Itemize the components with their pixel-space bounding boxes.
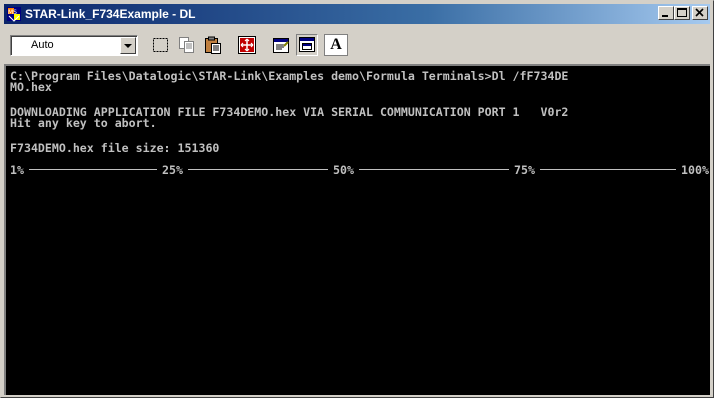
mark-icon xyxy=(153,38,168,52)
progress-scale-line xyxy=(10,169,710,170)
fullscreen-button[interactable] xyxy=(236,34,258,56)
console-output[interactable]: C:\Program Files\Datalogic\STAR-Link\Exa… xyxy=(4,64,710,395)
progress-label-75: 75% xyxy=(509,164,540,176)
console-line: Hit any key to abort. xyxy=(10,116,157,130)
console-line: C:\Program Files\Datalogic\STAR-Link\Exa… xyxy=(10,69,569,83)
copy-icon xyxy=(179,37,194,53)
font-size-select-value: Auto xyxy=(31,38,54,51)
toolbar: Auto A xyxy=(4,27,710,63)
close-icon xyxy=(695,8,704,17)
background-button[interactable] xyxy=(296,34,318,56)
background-icon xyxy=(299,37,315,52)
window-title: STAR-Link_F734Example - DL xyxy=(25,7,196,21)
title-bar[interactable]: MS STAR-Link_F734Example - DL xyxy=(4,4,710,24)
properties-icon xyxy=(273,38,289,53)
copy-button[interactable] xyxy=(176,34,198,56)
console-window: MS STAR-Link_F734Example - DL Auto A C:\… xyxy=(0,0,714,398)
paste-button[interactable] xyxy=(202,34,224,56)
properties-button[interactable] xyxy=(270,34,292,56)
chevron-down-icon[interactable] xyxy=(120,36,136,54)
fullscreen-icon xyxy=(238,36,256,54)
font-button[interactable]: A xyxy=(324,34,348,56)
progress-label-100: 100% xyxy=(676,164,710,176)
close-button[interactable] xyxy=(692,6,708,20)
console-line: MO.hex xyxy=(10,80,52,94)
paste-icon xyxy=(205,36,221,54)
font-size-select[interactable]: Auto xyxy=(10,34,138,56)
svg-text:MS: MS xyxy=(8,9,17,16)
maximize-icon xyxy=(677,8,687,17)
progress-label-25: 25% xyxy=(157,164,188,176)
ms-dos-app-icon[interactable]: MS xyxy=(6,6,22,22)
mark-button[interactable] xyxy=(150,34,172,56)
window-controls xyxy=(658,6,708,20)
download-progress-scale: 1% 25% 50% 75% 100% xyxy=(6,164,710,176)
maximize-button[interactable] xyxy=(674,6,690,20)
minimize-icon xyxy=(662,15,668,17)
progress-label-50: 50% xyxy=(328,164,359,176)
progress-label-1: 1% xyxy=(6,164,29,176)
minimize-button[interactable] xyxy=(658,6,674,20)
console-line: F734DEMO.hex file size: 151360 xyxy=(10,141,220,155)
